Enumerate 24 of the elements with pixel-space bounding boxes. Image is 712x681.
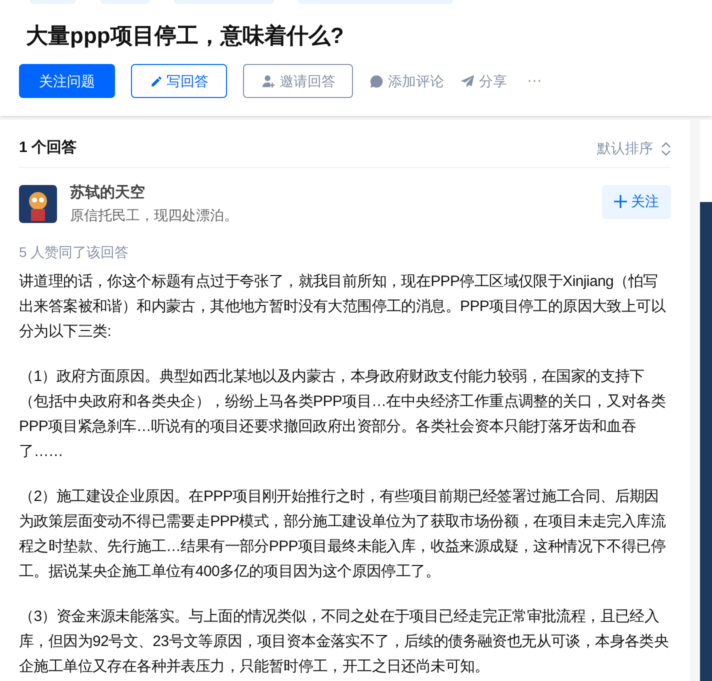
invite-button[interactable]: 邀请回答: [243, 64, 353, 98]
avatar: [19, 184, 57, 223]
write-answer-button[interactable]: 写回答: [131, 64, 227, 98]
follow-button[interactable]: 关注: [602, 184, 671, 219]
comment-icon: [369, 74, 384, 88]
answer-count: 1 个回答: [19, 138, 77, 158]
answer-paragraph: （3）资金来源未能落实。与上面的情况类似，不同之处在于项目已经走完正常审批流程，且已经入库，但因为92号文、23号文等原因，项目资本金落实不了，后续的债务融资也无从可谈，本身各类央企施工单位又存在各种并表压力，只能暂时停工，开工之日还尚未可知。: [19, 606, 670, 676]
share-link[interactable]: 分享: [460, 64, 507, 98]
question-title: 大量ppp项目停工，意味着什么?: [25, 22, 345, 50]
plus-icon: [614, 195, 627, 208]
pencil-icon: [150, 74, 162, 88]
comment-link[interactable]: 添加评论: [369, 64, 444, 98]
author-bio: 原信托民工，现四处漂泊。: [70, 206, 239, 224]
share-icon: [460, 74, 475, 88]
vote-count: 5 人赞同了该回答: [19, 242, 130, 262]
sort-dropdown[interactable]: 默认排序: [597, 138, 671, 159]
answer-paragraph: （2）施工建设企业原因。在PPP项目刚开始推行之时，有些项目前期已经签署过施工合同、后期因为政策层面变动不得已需要走PPP模式，部分施工建设单位为了获取市场份额，在项目未走完入库流程之时垫款、先行施工…结果有一部分PPP项目最终未能入库，收益来源成疑，这种情况下不得已停工。据说某央企施工单位有400多亿的项目因为这个原因停工了。: [19, 486, 667, 582]
author-name[interactable]: 苏轼的天空: [70, 182, 602, 204]
follow-question-button[interactable]: 关注问题: [19, 64, 115, 98]
sort-icon: [661, 142, 671, 156]
answer-paragraph: （1）政府方面原因。典型如西北某地以及内蒙古，本身政府财政支付能力较弱，在国家的支持下（包括中央政府和各类央企），纷纷上马各类PPP项目…在中央经济工作重点调整的关口，又对各类PPP项目紧急刹车…听说有的项目还要求撤回政府出资部分。各类社会资本只能打落牙齿和血吞了……: [19, 366, 667, 462]
answer-paragraph: 讲道理的话，你这个标题有点过于夸张了，就我目前所知，现在PPP停工区域仅限于Xinjiang（怕写出来答案被和谐）和内蒙古，其他地方暂时没有大范围停工的消息。PPP项目停工的原因大致上可以分为以下三类:: [19, 272, 667, 342]
more-button[interactable]: ···: [523, 64, 546, 98]
person-add-icon: [260, 74, 276, 88]
